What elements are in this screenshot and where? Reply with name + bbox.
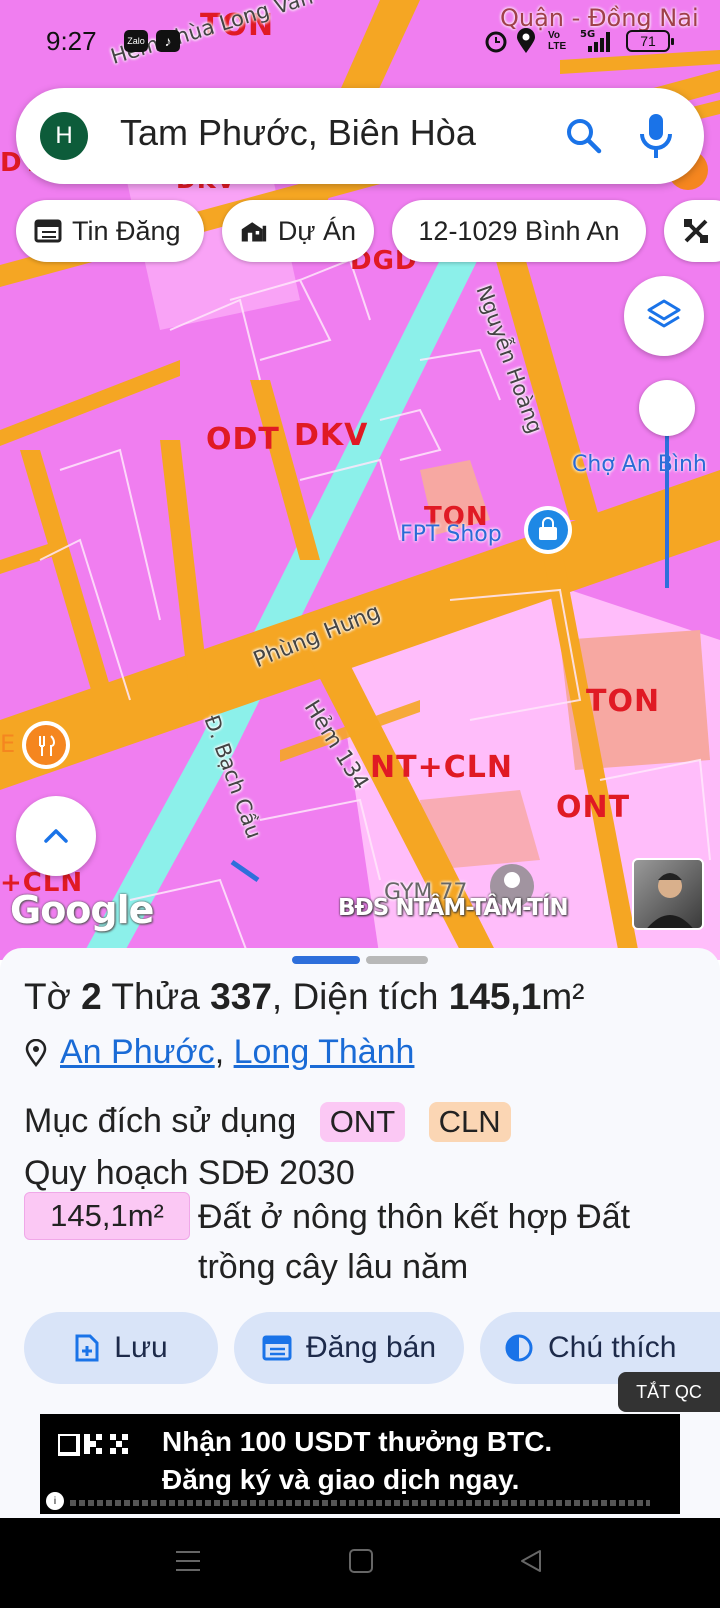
turn-off-ads-button[interactable]: TẮT QC: [618, 1372, 720, 1412]
svg-text:5G: 5G: [580, 29, 595, 40]
district-link[interactable]: Long Thành: [234, 1033, 415, 1072]
location-pin-icon: [25, 1038, 47, 1067]
sheet-page-indicator-active[interactable]: [292, 956, 360, 964]
layers-button[interactable]: [624, 276, 704, 356]
layers-icon: [647, 299, 681, 328]
project-building-icon: [241, 222, 267, 242]
to-number: 2: [81, 976, 102, 1017]
ad-subline: Đăng ký và giao dịch ngay.: [162, 1464, 520, 1495]
watermark-text: BĐS NTÂM-TÂM-TÍN: [338, 895, 569, 921]
tiktok-icon: ♪: [156, 30, 180, 52]
location-icon: [517, 28, 535, 53]
ad-banner[interactable]: Nhận 100 USDT thưởng BTC. Đăng ký và gia…: [40, 1414, 680, 1514]
add-file-icon: [75, 1334, 99, 1362]
poi-label[interactable]: Chợ An Bình: [572, 452, 707, 477]
system-nav-bar: [0, 1518, 720, 1608]
land-use-tag-ont[interactable]: ONT: [319, 1102, 406, 1142]
chip-label: Dự Án: [277, 215, 356, 246]
chip-tin-dang[interactable]: Tin Đăng: [16, 200, 204, 262]
expand-up-button[interactable]: [16, 796, 96, 876]
search-bar[interactable]: H Tam Phước, Biên Hòa: [16, 88, 704, 184]
listing-icon: [262, 1335, 292, 1361]
search-icon[interactable]: [562, 114, 606, 158]
area-label: , Diện tích: [271, 976, 439, 1017]
chip-du-an[interactable]: Dự Án: [222, 200, 374, 262]
alarm-icon: [485, 31, 507, 53]
status-bar: 9:27 Zalo ♪ Vo LTE 5G 71: [0, 0, 720, 80]
post-sale-label: Đăng bán: [305, 1331, 437, 1364]
zone-label: DKV: [294, 418, 369, 453]
legend-label: Chú thích: [548, 1331, 677, 1364]
parcel-title: Tờ 2 Thửa 337, Diện tích 145,1m²: [24, 976, 585, 1018]
zone-label: TON: [586, 684, 661, 719]
post-sale-button[interactable]: Đăng bán: [234, 1312, 464, 1384]
purpose-row: Mục đích sử dụng ONT CLN: [24, 1102, 511, 1142]
to-label: Tờ: [24, 976, 71, 1017]
opacity-slider-handle[interactable]: [639, 380, 695, 436]
plan-description: Đất ở nông thôn kết hợp Đất trồng cây lâ…: [198, 1198, 631, 1286]
zalo-icon: Zalo: [124, 30, 148, 52]
poi-label[interactable]: FPT Shop: [400, 522, 502, 547]
ad-fine-print: [70, 1500, 650, 1506]
menu-icon[interactable]: [174, 1548, 202, 1574]
save-button[interactable]: Lưu: [24, 1312, 218, 1384]
avatar[interactable]: H: [40, 112, 88, 160]
ward-link[interactable]: An Phước: [60, 1033, 215, 1072]
status-time: 9:27: [46, 26, 97, 56]
tools-icon: [684, 219, 708, 243]
sheet-page-indicator[interactable]: [366, 956, 428, 964]
google-logo: Google: [10, 888, 154, 932]
chip-tools[interactable]: [664, 200, 720, 262]
chip-label: Tin Đăng: [72, 215, 181, 246]
chip-label: 12-1029 Bình An: [418, 215, 620, 246]
zone-label: ONT: [556, 790, 631, 825]
area-value: 145,1: [448, 976, 542, 1017]
save-label: Lưu: [114, 1331, 168, 1364]
land-use-tag-cln[interactable]: CLN: [428, 1102, 511, 1142]
back-icon[interactable]: [518, 1548, 544, 1574]
search-input[interactable]: Tam Phước, Biên Hòa: [120, 112, 476, 154]
purpose-label: Mục đích sử dụng: [24, 1102, 297, 1140]
microphone-icon[interactable]: [634, 110, 678, 162]
agent-avatar[interactable]: [632, 858, 704, 930]
chip-saved-parcel[interactable]: 12-1029 Bình An: [392, 200, 646, 262]
chevron-up-icon: [44, 829, 68, 843]
location-row: An Phước, Long Thành: [24, 1033, 414, 1072]
zone-label: NT+CLN: [370, 750, 513, 785]
ad-choices-icon[interactable]: i: [46, 1492, 64, 1510]
5g-signal-icon: 5G: [580, 29, 610, 52]
contrast-icon: [505, 1334, 533, 1362]
volte-icon: Vo LTE: [548, 30, 567, 52]
area-unit: m²: [541, 976, 585, 1017]
battery-icon: 71: [626, 30, 674, 52]
okx-logo: [58, 1434, 128, 1456]
ad-headline: Nhận 100 USDT thưởng BTC.: [162, 1426, 553, 1457]
plan-label: Quy hoạch SDĐ 2030: [24, 1154, 355, 1192]
zone-label: ODT: [206, 422, 280, 457]
thua-number: 337: [210, 976, 272, 1017]
thua-label: Thửa: [111, 976, 200, 1017]
plan-area-badge: 145,1m²: [24, 1192, 190, 1240]
home-icon[interactable]: [348, 1548, 374, 1574]
listing-icon: [34, 219, 62, 243]
edge-label: E: [0, 730, 17, 758]
